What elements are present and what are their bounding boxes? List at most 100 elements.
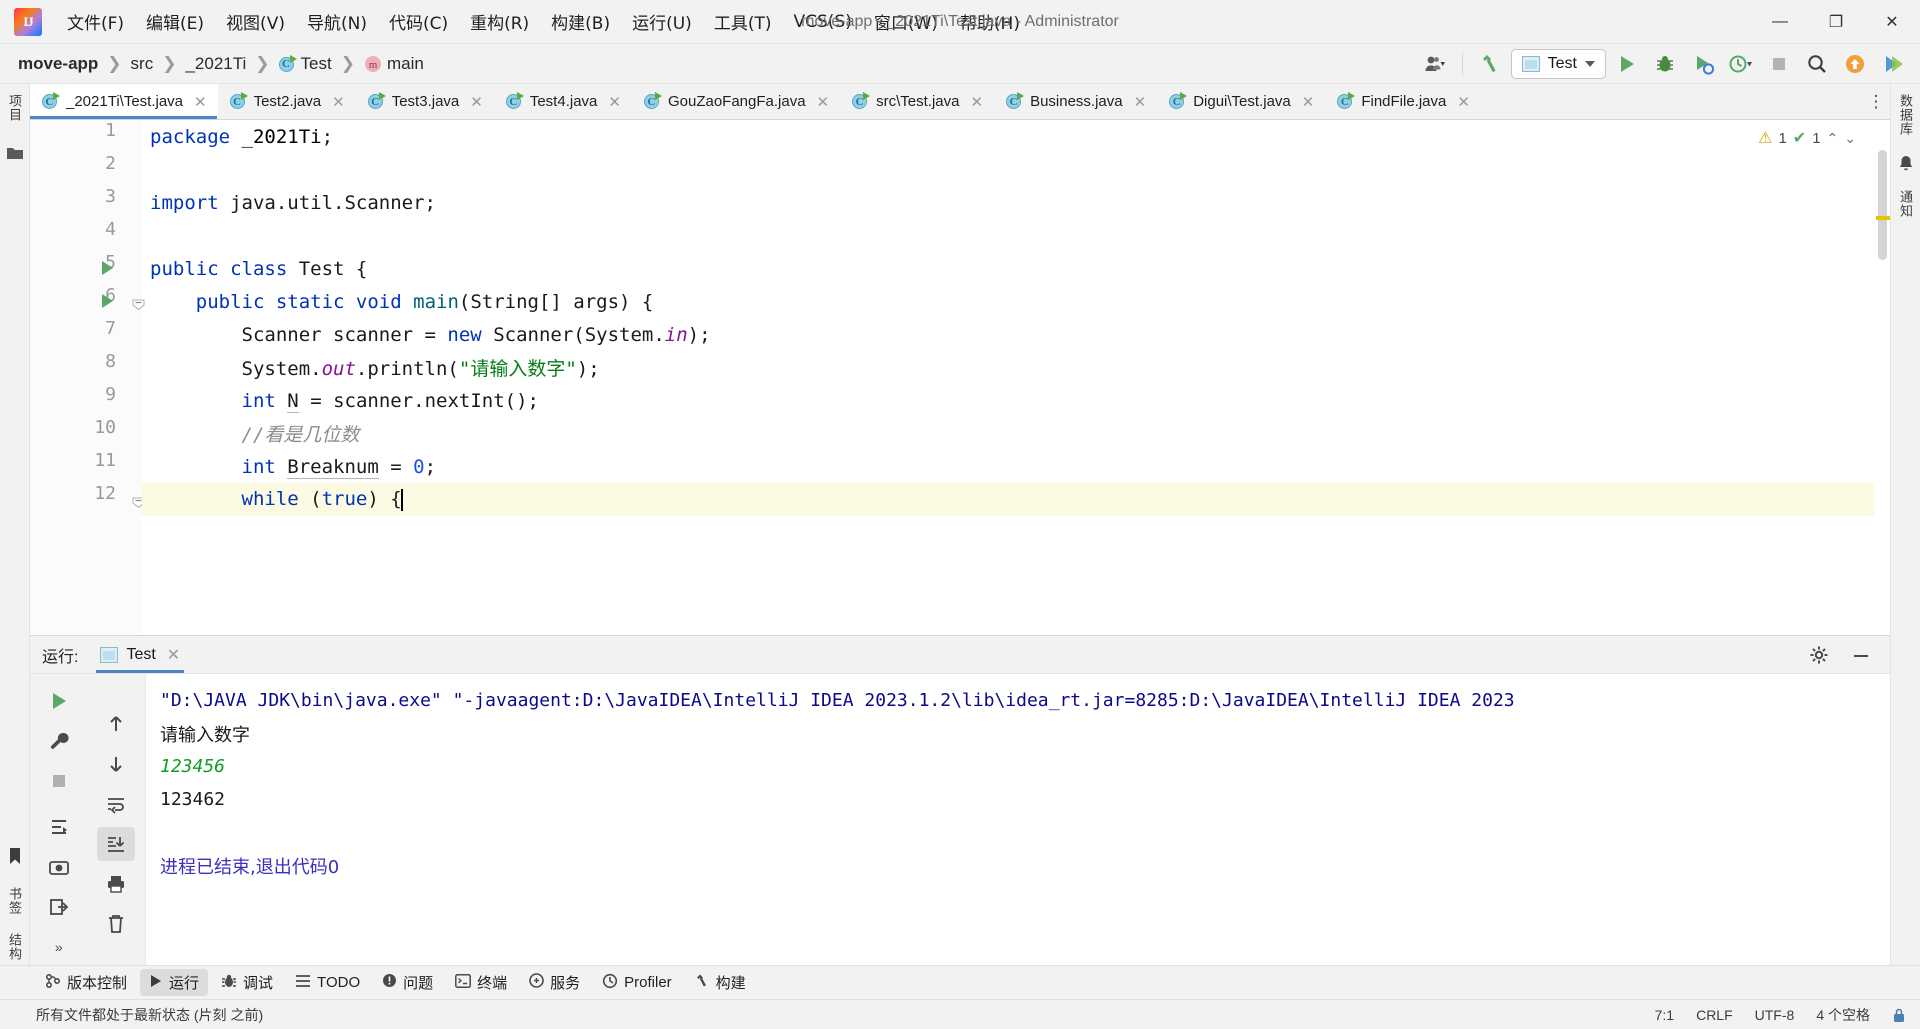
up-the-stack-trace-button[interactable] bbox=[97, 707, 135, 741]
tool-window-run[interactable]: 运行 bbox=[140, 969, 209, 996]
tool-window-version-control[interactable]: 版本控制 bbox=[36, 969, 136, 996]
editor-tab-6[interactable]: C Business.java ✕ bbox=[994, 84, 1157, 119]
sidebar-item-structure[interactable]: 结构 bbox=[5, 929, 24, 965]
editor-tab-3[interactable]: C Test4.java ✕ bbox=[494, 84, 632, 119]
ide-and-project-settings-icon[interactable] bbox=[1876, 49, 1910, 79]
search-everywhere-icon[interactable] bbox=[1800, 49, 1834, 79]
tool-window-build[interactable]: 构建 bbox=[685, 969, 755, 996]
console-output[interactable]: "D:\JAVA JDK\bin\java.exe" "-javaagent:D… bbox=[146, 674, 1890, 965]
run-with-coverage-button[interactable] bbox=[1686, 49, 1720, 79]
notifications-bell-icon[interactable] bbox=[1893, 150, 1919, 176]
tool-window-debug[interactable]: 调试 bbox=[212, 969, 282, 996]
sidebar-item-notifications[interactable]: 通知 bbox=[1896, 186, 1915, 222]
run-button[interactable] bbox=[1610, 49, 1644, 79]
run-method-gutter-icon[interactable] bbox=[102, 294, 113, 308]
menu-file[interactable]: 文件(F) bbox=[56, 5, 135, 38]
menu-refactor[interactable]: 重构(R) bbox=[459, 5, 540, 38]
line-separator[interactable]: CRLF bbox=[1696, 1007, 1733, 1023]
bookmark-icon[interactable] bbox=[0, 839, 34, 873]
print-button[interactable] bbox=[97, 867, 135, 901]
editor-tab-close-icon[interactable]: ✕ bbox=[1134, 93, 1147, 111]
editor-tab-7[interactable]: C Digui\Test.java ✕ bbox=[1157, 84, 1325, 119]
editor-tab-close-icon[interactable]: ✕ bbox=[817, 93, 830, 111]
breadcrumb-item-method[interactable]: m main bbox=[360, 52, 428, 76]
sidebar-item-bookmarks[interactable]: 书签 bbox=[5, 883, 24, 919]
chevron-down-icon[interactable]: ⌄ bbox=[1844, 130, 1856, 147]
menu-vcs[interactable]: VCS(S) bbox=[782, 8, 862, 36]
menu-edit[interactable]: 编辑(E) bbox=[135, 5, 215, 38]
rerun-button[interactable] bbox=[40, 684, 78, 718]
run-tab-test[interactable]: Test ✕ bbox=[90, 636, 190, 673]
build-hammer-icon[interactable] bbox=[1473, 49, 1507, 79]
menu-run[interactable]: 运行(U) bbox=[621, 5, 703, 38]
editor-tab-close-icon[interactable]: ✕ bbox=[1302, 93, 1315, 111]
menu-help[interactable]: 帮助(H) bbox=[949, 5, 1031, 38]
tool-window-profiler[interactable]: Profiler bbox=[593, 970, 681, 996]
expand-toolbar-button[interactable]: » bbox=[40, 930, 78, 964]
editor-tab-5[interactable]: C src\Test.java ✕ bbox=[840, 84, 994, 119]
breadcrumb-item-project[interactable]: move-app bbox=[14, 52, 102, 76]
editor-tabs-more-icon[interactable]: ⋮ bbox=[1862, 84, 1890, 119]
lock-icon[interactable] bbox=[1892, 1007, 1906, 1023]
down-the-stack-trace-button[interactable] bbox=[97, 747, 135, 781]
soft-wrap-button[interactable] bbox=[97, 787, 135, 821]
gear-icon[interactable] bbox=[1800, 638, 1838, 672]
menu-view[interactable]: 视图(V) bbox=[215, 5, 296, 38]
export-button[interactable] bbox=[40, 890, 78, 924]
sidebar-item-database[interactable]: 数据库 bbox=[1896, 90, 1915, 140]
clear-all-button[interactable] bbox=[97, 907, 135, 941]
editor-tab-4[interactable]: C GouZaoFangFa.java ✕ bbox=[632, 84, 840, 119]
debug-button[interactable] bbox=[1648, 49, 1682, 79]
editor-scrollbar[interactable] bbox=[1874, 120, 1890, 635]
editor-gutter[interactable]: 1 2 3 4 5 6 7 8 9 10 11 12 bbox=[30, 120, 145, 635]
project-folder-icon[interactable] bbox=[0, 136, 34, 170]
menu-navigate[interactable]: 导航(N) bbox=[296, 5, 378, 38]
thread-dump-button[interactable] bbox=[40, 810, 78, 844]
editor-tab-0[interactable]: C _2021Ti\Test.java ✕ bbox=[30, 84, 218, 119]
scroll-to-end-button[interactable] bbox=[97, 826, 136, 861]
editor-tab-close-icon[interactable]: ✕ bbox=[194, 93, 207, 111]
breadcrumb-item-src[interactable]: src bbox=[127, 52, 158, 76]
minimize-icon[interactable] bbox=[1842, 638, 1880, 672]
warning-marker[interactable] bbox=[1876, 216, 1890, 220]
run-configuration-selector[interactable]: Test bbox=[1510, 48, 1606, 79]
run-tab-close-icon[interactable]: ✕ bbox=[167, 645, 180, 665]
menu-tools[interactable]: 工具(T) bbox=[703, 5, 783, 38]
indent-setting[interactable]: 4 个空格 bbox=[1816, 1005, 1870, 1025]
editor-tab-8[interactable]: C FindFile.java ✕ bbox=[1325, 84, 1481, 119]
tool-window-todo[interactable]: TODO bbox=[286, 971, 369, 995]
caret-position[interactable]: 7:1 bbox=[1655, 1007, 1674, 1023]
editor-tab-close-icon[interactable]: ✕ bbox=[332, 93, 345, 111]
profiler-button[interactable] bbox=[1724, 49, 1758, 79]
chevron-up-icon[interactable]: ⌃ bbox=[1827, 130, 1839, 147]
run-class-gutter-icon[interactable] bbox=[102, 261, 113, 275]
editor-tab-close-icon[interactable]: ✕ bbox=[1457, 93, 1470, 111]
breadcrumb-item-package[interactable]: _2021Ti bbox=[181, 52, 250, 76]
editor-tab-2[interactable]: C Test3.java ✕ bbox=[356, 84, 494, 119]
maximize-button[interactable]: ❐ bbox=[1808, 0, 1864, 44]
camera-button[interactable] bbox=[40, 850, 78, 884]
menu-code[interactable]: 代码(C) bbox=[378, 5, 459, 38]
wrench-settings-button[interactable] bbox=[40, 724, 78, 758]
file-encoding[interactable]: UTF-8 bbox=[1755, 1007, 1795, 1023]
code-text-area[interactable]: package _2021Ti; import java.util.Scanne… bbox=[142, 120, 1890, 635]
sidebar-item-project[interactable]: 项目 bbox=[5, 90, 24, 126]
breadcrumb-item-class[interactable]: C Test bbox=[275, 52, 336, 76]
updates-icon[interactable] bbox=[1838, 49, 1872, 79]
tool-window-terminal[interactable]: 终端 bbox=[446, 969, 516, 996]
code-line-12: while (true) { bbox=[241, 488, 403, 511]
code-editor[interactable]: 1 2 3 4 5 6 7 8 9 10 11 12 package _2021… bbox=[30, 120, 1890, 635]
editor-inspection-widget[interactable]: ⚠ 1 ✔ 1 ⌃ ⌄ bbox=[1758, 128, 1856, 148]
close-button[interactable]: ✕ bbox=[1864, 0, 1920, 44]
editor-tab-close-icon[interactable]: ✕ bbox=[608, 93, 621, 111]
minimize-button[interactable]: — bbox=[1752, 0, 1808, 44]
tool-window-problems[interactable]: 问题 bbox=[373, 969, 442, 996]
user-account-icon[interactable] bbox=[1418, 49, 1452, 79]
scrollbar-thumb[interactable] bbox=[1878, 150, 1887, 260]
editor-tab-1[interactable]: C Test2.java ✕ bbox=[218, 84, 356, 119]
menu-window[interactable]: 窗口(W) bbox=[863, 5, 949, 38]
editor-tab-close-icon[interactable]: ✕ bbox=[970, 93, 983, 111]
menu-build[interactable]: 构建(B) bbox=[540, 5, 621, 38]
editor-tab-close-icon[interactable]: ✕ bbox=[470, 93, 483, 111]
tool-window-services[interactable]: 服务 bbox=[520, 969, 589, 996]
